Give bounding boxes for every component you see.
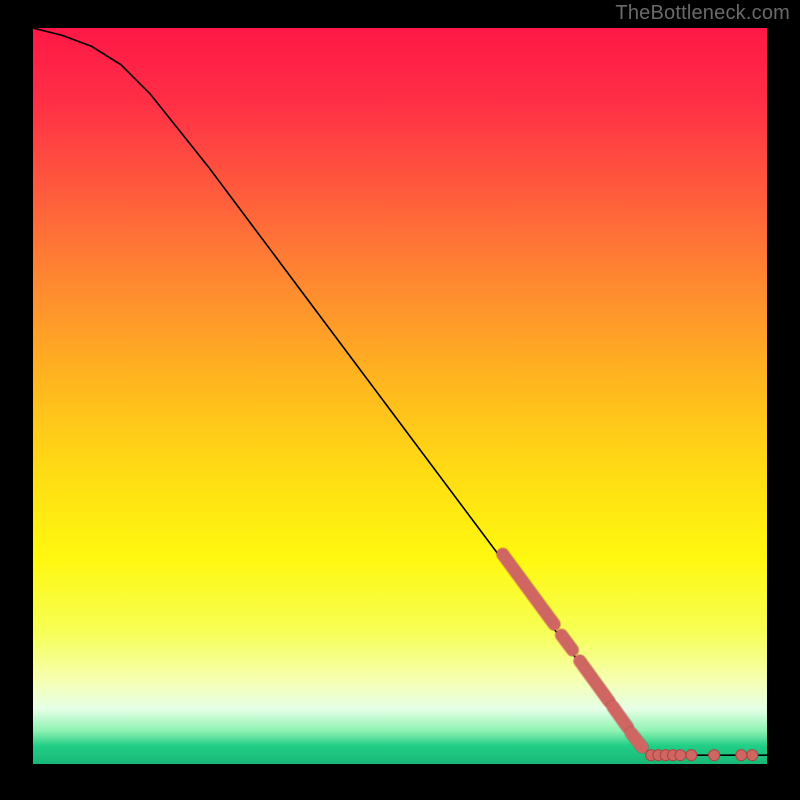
- bottom-dot: [686, 750, 697, 761]
- watermark-text: TheBottleneck.com: [615, 2, 790, 25]
- plot-area: [33, 28, 767, 764]
- bottom-dot: [709, 750, 720, 761]
- plot-svg: [33, 28, 767, 764]
- chart-frame: TheBottleneck.com: [0, 0, 800, 800]
- bottom-dot: [675, 750, 686, 761]
- bottom-dot: [747, 750, 758, 761]
- bottom-dot: [736, 750, 747, 761]
- gradient-background: [33, 28, 767, 764]
